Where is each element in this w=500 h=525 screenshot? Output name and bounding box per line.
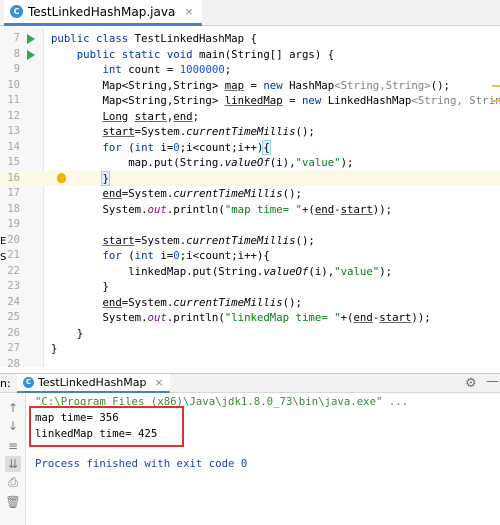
code-line[interactable]: 19 [0, 217, 500, 233]
code-line[interactable]: 11 Map<String,String> linkedMap = new Li… [0, 93, 500, 109]
code-line[interactable]: 16 } [0, 170, 500, 186]
code-line[interactable]: 22 linkedMap.put(String.valueOf(i),"valu… [0, 264, 500, 280]
code-text[interactable]: start=System.currentTimeMillis(); [51, 124, 314, 140]
run-tab[interactable]: C TestLinkedHashMap × [17, 374, 170, 393]
line-number: 14 [7, 140, 20, 153]
lightbulb-icon[interactable] [57, 172, 66, 183]
close-icon[interactable]: × [184, 5, 193, 18]
line-number: 9 [13, 63, 20, 75]
soft-wrap-icon[interactable]: ≡ [5, 438, 21, 454]
scroll-up-icon[interactable]: ↑ [5, 400, 21, 416]
code-text[interactable]: System.out.println("map time= "+(end-sta… [51, 202, 392, 218]
code-line[interactable]: 28 [0, 357, 500, 368]
code-line[interactable]: 17 end=System.currentTimeMillis(); [0, 186, 500, 202]
line-number: 8 [13, 47, 20, 60]
edge-letter: S [0, 251, 7, 263]
code-line[interactable]: 26 } [0, 326, 500, 342]
code-line[interactable]: 14 for (int i=0;i<count;i++){ [0, 139, 500, 156]
code-text[interactable]: int count = 1000000; [51, 62, 231, 78]
code-line[interactable]: 24 end=System.currentTimeMillis(); [0, 295, 500, 311]
line-number: 17 [7, 187, 20, 199]
code-line[interactable]: 20 start=System.currentTimeMillis(); [0, 233, 500, 249]
warning-stripe-mark[interactable] [492, 100, 500, 102]
code-line[interactable]: 9 int count = 1000000; [0, 62, 500, 78]
scroll-to-end-icon[interactable]: ⇊ [5, 456, 21, 472]
minimize-icon[interactable]: — [486, 374, 499, 389]
highlight-annotation-box [29, 406, 184, 447]
trash-icon[interactable]: 🗑 [5, 494, 21, 510]
line-number: 24 [7, 295, 20, 308]
line-number: 18 [7, 202, 20, 215]
editor-tab-title: TestLinkedHashMap.java [28, 4, 176, 19]
line-number: 13 [7, 125, 20, 137]
close-icon[interactable]: × [154, 376, 163, 389]
code-line[interactable]: 23 } [0, 279, 500, 295]
line-number: 22 [7, 264, 20, 277]
print-icon[interactable]: ⎙ [5, 474, 21, 490]
gear-icon[interactable]: ⚙ [465, 376, 477, 391]
code-text[interactable]: for (int i=0;i<count;i++){ [51, 248, 269, 264]
code-line[interactable]: 25 System.out.println("linkedMap time= "… [0, 310, 500, 326]
line-number: 23 [7, 280, 20, 292]
code-line[interactable]: 27} [0, 341, 500, 357]
code-line[interactable]: 10 Map<String,String> map = new HashMap<… [0, 78, 500, 94]
code-line[interactable]: 13 start=System.currentTimeMillis(); [0, 124, 500, 140]
line-number: 27 [7, 342, 20, 354]
line-number: 11 [7, 94, 20, 106]
code-text[interactable]: map.put(String.valueOf(i),"value"); [51, 155, 353, 171]
java-class-icon: C [10, 5, 23, 18]
console-finished-line: Process finished with exit code 0 [35, 457, 248, 470]
warning-stripe-mark[interactable] [492, 84, 500, 87]
scroll-down-icon[interactable]: ↓ [5, 418, 21, 434]
line-number: 25 [7, 311, 20, 323]
java-class-icon: C [23, 377, 34, 388]
code-line[interactable]: 18 System.out.println("map time= "+(end-… [0, 202, 500, 218]
code-text[interactable]: } [51, 279, 108, 295]
code-text[interactable]: linkedMap.put(String.valueOf(i),"value")… [51, 264, 392, 280]
run-toolbar: ↑ ↓ ≡ ⇊ ⎙ 🗑 [0, 394, 26, 525]
code-text[interactable]: public class TestLinkedHashMap { [51, 31, 257, 47]
line-number: 7 [13, 32, 20, 44]
line-number: 10 [7, 78, 20, 91]
code-text[interactable]: Map<String,String> linkedMap = new Linke… [51, 93, 500, 109]
editor-tab-bar: C TestLinkedHashMap.java × [0, 0, 500, 26]
line-number: 15 [7, 156, 20, 168]
line-number: 28 [7, 357, 20, 368]
run-label: n: [0, 377, 11, 390]
editor-tab[interactable]: C TestLinkedHashMap.java × [4, 0, 202, 26]
code-text[interactable]: end=System.currentTimeMillis(); [51, 186, 302, 202]
edge-letter: E [0, 236, 7, 247]
code-text[interactable]: System.out.println("linkedMap time= "+(e… [51, 310, 430, 326]
code-line[interactable]: 8 public static void main(String[] args)… [0, 47, 500, 63]
line-number: 26 [7, 326, 20, 339]
code-text[interactable]: end=System.currentTimeMillis(); [51, 295, 302, 311]
code-text[interactable]: start=System.currentTimeMillis(); [51, 233, 314, 249]
code-text[interactable]: } [51, 341, 57, 357]
code-line[interactable]: 21 for (int i=0;i<count;i++){ [0, 248, 500, 264]
line-number: 19 [7, 218, 20, 230]
code-editor[interactable]: 7 public class TestLinkedHashMap {8 publi… [0, 27, 500, 367]
code-text[interactable]: for (int i=0;i<count;i++){ [51, 139, 271, 156]
code-line[interactable]: 12 Long start,end; [0, 109, 500, 125]
line-number: 12 [7, 109, 20, 122]
run-tab-title: TestLinkedHashMap [38, 376, 147, 389]
code-text[interactable]: Long start,end; [51, 109, 199, 125]
run-gutter-icon[interactable] [27, 34, 35, 44]
code-text[interactable]: } [51, 326, 83, 342]
run-tool-header: n: C TestLinkedHashMap × ⚙ — [0, 373, 500, 393]
code-text[interactable]: public static void main(String[] args) { [51, 47, 334, 63]
code-text[interactable]: Map<String,String> map = new HashMap<Str… [51, 78, 450, 94]
code-line[interactable]: 7 public class TestLinkedHashMap { [0, 31, 500, 47]
run-gutter-icon[interactable] [27, 49, 35, 60]
code-line[interactable]: 15 map.put(String.valueOf(i),"value"); [0, 155, 500, 171]
line-number: 16 [7, 171, 20, 184]
